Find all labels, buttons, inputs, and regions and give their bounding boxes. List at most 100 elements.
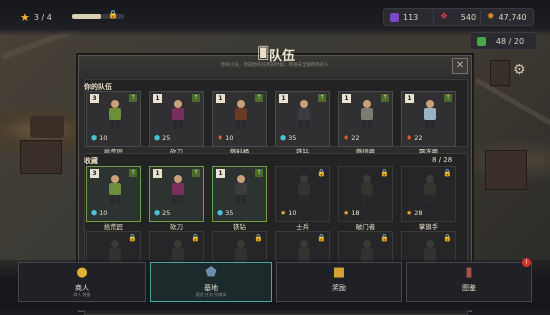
nav-merchant[interactable]: ● 商人 商人 装备 [18,262,146,302]
collection-title: 收藏 [84,157,98,165]
lock-icon: 🔒 [128,234,137,242]
upgrade-arrow-icon: ↑ [129,94,137,102]
upgrade-arrow-icon: ↑ [192,94,200,102]
team-card[interactable]: 1 ↑ ⬢ 25 [149,91,204,147]
team-card[interactable]: 1 ↑ ♦ 22 [338,91,393,147]
stat-value: 22 [414,134,423,142]
level-text: 3 / 4 [33,12,52,22]
stat-value: 10 [99,134,108,142]
red-crystal-icon: ❖ [440,12,449,22]
cards-icon: 🂠 [257,46,270,60]
character-portrait [354,98,380,130]
merchant-icon: ● [76,265,88,280]
collection-card[interactable]: 🔒 ★ 10 [275,166,330,222]
stat-value: 35 [225,209,234,217]
stat-value: 22 [351,134,360,142]
collection-card[interactable]: 🔒 ★ 18 [338,166,393,222]
star-icon: ★ [343,209,350,217]
shield-icon: ⬢ [280,134,287,142]
character-portrait [417,98,443,130]
level-badge: 1 [216,169,225,178]
upgrade-arrow-icon: ↑ [129,169,137,177]
stat-value: 18 [351,209,360,217]
stat-value: 10 [99,209,108,217]
character-portrait [417,173,443,205]
team-card[interactable]: 3 ↑ ⬢ 10 [86,91,141,147]
fire-icon: ♦ [343,134,350,142]
nav-codex[interactable]: ▮ 图鉴 [406,262,532,302]
card-stat: ★ 28 [406,209,423,217]
card-stat: ⬢ 10 [91,209,107,217]
level-badge: 1 [153,169,162,178]
character-portrait [291,173,317,205]
level-badge: 3 [90,169,99,178]
stat-value: 10 [225,134,234,142]
collection-card[interactable]: 1 ↑ ⬢ 35 [212,166,267,222]
stat-value: 25 [162,134,171,142]
upgrade-arrow-icon: ↑ [255,94,263,102]
character-portrait [291,98,317,130]
shield-icon: ⬢ [154,134,161,142]
card-stat: ♦ 22 [406,134,423,142]
notification-badge: ! [522,258,531,267]
top-bar: ★ 3 / 4 🔒 113 ❖ 540 ✹ 47,740 48 / 20 [0,0,550,50]
close-icon: ✕ [455,60,465,71]
upgrade-arrow-icon: ↑ [255,169,263,177]
resource-scrap[interactable]: ✹ 47,740 [480,8,534,26]
card-stat: ⬢ 35 [217,209,233,217]
lock-icon: 🔒 [443,234,452,242]
scrap-icon: ✹ [487,12,495,22]
team-card[interactable]: 1 ↑ ♦ 10 [212,91,267,147]
fire-icon: ♦ [406,134,413,142]
lock-icon: 🔒 [254,234,263,242]
collection-card[interactable]: 1 ↑ ⬢ 25 [149,166,204,222]
collection-count: 8 / 28 [432,156,453,164]
card-stat: ★ 10 [280,209,297,217]
nav-reward[interactable]: ■ 奖励 [276,262,402,302]
purple-gem-icon [390,12,399,22]
map-marker[interactable] [30,116,64,138]
star-icon: ★ [20,10,30,24]
team-card[interactable]: 1 ↑ ♦ 22 [401,91,456,147]
card-stat: ★ 18 [343,209,360,217]
collection-card[interactable]: 🔒 ★ 28 [401,166,456,222]
codex-icon: ▮ [465,265,473,280]
character-portrait [228,98,254,130]
lock-icon: 🔒 [317,169,326,177]
level-badge: 1 [405,94,414,103]
lock-icon: 🔒 [380,169,389,177]
resource-red[interactable]: ❖ 540 [433,8,484,26]
upgrade-arrow-icon: ↑ [318,94,326,102]
level-indicator: ★ 3 / 4 [20,8,52,26]
stat-value: 25 [162,209,171,217]
shield-icon: ⬢ [217,209,224,217]
card-stat: ⬢ 10 [91,134,107,142]
character-portrait [102,98,128,130]
fire-icon: ♦ [217,134,224,142]
lock-icon: 🔒 [380,234,389,242]
close-button[interactable]: ✕ [452,58,468,74]
character-portrait [354,173,380,205]
character-portrait [228,173,254,205]
gear-icon[interactable]: ⚙ [513,62,526,78]
storage-icon [477,36,486,46]
shield-icon: ⬢ [91,209,98,217]
shield-icon: ⬢ [154,209,161,217]
star-icon: ★ [406,209,413,217]
character-portrait [102,173,128,205]
stat-value: 28 [414,209,423,217]
level-badge: 1 [279,94,288,103]
level-badge: 1 [342,94,351,103]
reward-icon: ■ [332,265,346,280]
star-icon: ★ [280,209,287,217]
panel-subtitle: 你的小队，完成你的任务的时候，带进去全部所有的人 [221,63,329,68]
nav-base[interactable]: ⬟ 基地 建造 任务 防御体 [150,262,272,302]
card-stat: ⬢ 25 [154,134,170,142]
capacity-indicator: 48 / 20 [470,32,537,50]
lock-icon: 🔒 [191,234,200,242]
upgrade-arrow-icon: ↑ [381,94,389,102]
shield-icon: ⬢ [91,134,98,142]
card-stat: ⬢ 25 [154,209,170,217]
collection-card[interactable]: 3 ↑ ⬢ 10 [86,166,141,222]
team-card[interactable]: 1 ↑ ⬢ 35 [275,91,330,147]
